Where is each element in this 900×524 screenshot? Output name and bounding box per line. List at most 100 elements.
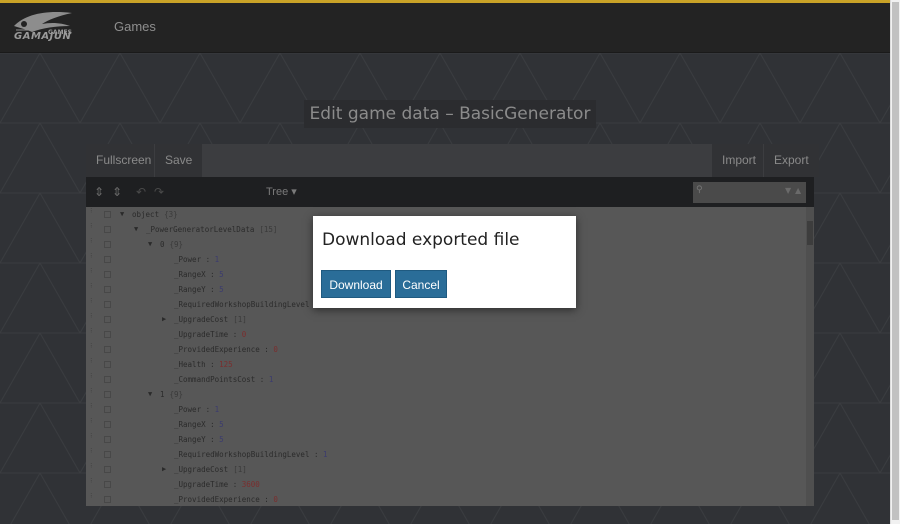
row-checkbox[interactable] <box>104 376 111 383</box>
drag-handle-icon[interactable]: ⠇ <box>90 224 96 234</box>
cancel-button[interactable]: Cancel <box>395 270 447 298</box>
drag-handle-icon[interactable]: ⠇ <box>90 254 96 264</box>
drag-handle-icon[interactable]: ⠇ <box>90 269 96 279</box>
row-checkbox[interactable] <box>104 436 111 443</box>
tree-key[interactable]: _ProvidedExperience : 0 <box>174 342 278 357</box>
editor-scrollbar-thumb[interactable] <box>807 221 813 245</box>
drag-handle-icon[interactable]: ⠇ <box>90 389 96 399</box>
drag-handle-icon[interactable]: ⠇ <box>90 419 96 429</box>
tree-value[interactable]: 1 <box>323 450 328 459</box>
drag-handle-icon[interactable]: ⠇ <box>90 449 96 459</box>
tree-key[interactable]: _RangeY : 5 <box>174 432 224 447</box>
fullscreen-button[interactable]: Fullscreen <box>86 144 162 177</box>
tree-row[interactable]: ⠇ ▶ _UpgradeCost [1] <box>86 312 804 327</box>
tree-key[interactable]: _CommandPointsCost : 1 <box>174 372 273 387</box>
tree-row[interactable]: ⠇ _RequiredWorkshopBuildingLevel : 1 <box>86 447 804 462</box>
tree-row[interactable]: ⠇ _Health : 125 <box>86 357 804 372</box>
row-checkbox[interactable] <box>104 406 111 413</box>
expand-all-icon[interactable]: ⇕ <box>94 185 104 199</box>
drag-handle-icon[interactable]: ⠇ <box>90 329 96 339</box>
download-button[interactable]: Download <box>321 270 391 298</box>
tree-key[interactable]: _UpgradeTime : 3600 <box>174 477 260 492</box>
tree-key[interactable]: _RangeX : 5 <box>174 267 224 282</box>
tree-row[interactable]: ⠇ _Power : 1 <box>86 402 804 417</box>
tree-value[interactable]: 0 <box>242 330 247 339</box>
tree-row[interactable]: ⠇ ▶ _UpgradeCost [1] <box>86 462 804 477</box>
tree-key[interactable]: 0 {9} <box>160 237 183 252</box>
import-button[interactable]: Import <box>712 144 767 177</box>
drag-handle-icon[interactable]: ⠇ <box>90 359 96 369</box>
tree-value[interactable]: 1 <box>215 255 220 264</box>
tree-key[interactable]: _UpgradeTime : 0 <box>174 327 246 342</box>
drag-handle-icon[interactable]: ⠇ <box>90 404 96 414</box>
export-button[interactable]: Export <box>763 144 819 177</box>
row-checkbox[interactable] <box>104 496 111 503</box>
page-scrollbar-thumb[interactable] <box>892 2 899 520</box>
tree-value[interactable]: 5 <box>219 285 224 294</box>
drag-handle-icon[interactable]: ⠇ <box>90 344 96 354</box>
row-checkbox[interactable] <box>104 481 111 488</box>
drag-handle-icon[interactable]: ⠇ <box>90 299 96 309</box>
mode-select[interactable]: Tree ▾ <box>266 185 297 198</box>
save-button[interactable]: Save <box>154 144 203 177</box>
row-checkbox[interactable] <box>104 241 111 248</box>
row-checkbox[interactable] <box>104 316 111 323</box>
row-checkbox[interactable] <box>104 466 111 473</box>
tree-value[interactable]: 5 <box>219 435 224 444</box>
tree-key[interactable]: object {3} <box>132 207 178 222</box>
collapse-all-icon[interactable]: ⇕ <box>112 185 122 199</box>
row-checkbox[interactable] <box>104 286 111 293</box>
collapse-toggle-icon[interactable]: ▼ <box>148 237 152 252</box>
tree-row[interactable]: ⠇ _RangeY : 5 <box>86 432 804 447</box>
collapse-toggle-icon[interactable]: ▼ <box>148 387 152 402</box>
search-prev-icon[interactable]: ▲ <box>795 186 801 195</box>
expand-toggle-icon[interactable]: ▶ <box>162 312 166 327</box>
tree-key[interactable]: _RequiredWorkshopBuildingLevel : 1 <box>174 447 328 462</box>
search-input[interactable] <box>707 185 781 201</box>
tree-value[interactable]: 1 <box>269 375 274 384</box>
row-checkbox[interactable] <box>104 256 111 263</box>
tree-key[interactable]: _Power : 1 <box>174 252 219 267</box>
search-next-icon[interactable]: ▼ <box>785 186 791 195</box>
tree-value[interactable]: 0 <box>273 345 278 354</box>
tree-key[interactable]: _RangeX : 5 <box>174 417 224 432</box>
tree-row[interactable]: ⠇ _RangeX : 5 <box>86 417 804 432</box>
row-checkbox[interactable] <box>104 271 111 278</box>
row-checkbox[interactable] <box>104 346 111 353</box>
redo-icon[interactable]: ↷ <box>154 185 164 199</box>
tree-row[interactable]: ⠇ _CommandPointsCost : 1 <box>86 372 804 387</box>
nav-link-games[interactable]: Games <box>114 19 156 34</box>
tree-value[interactable]: 5 <box>219 420 224 429</box>
tree-key[interactable]: _UpgradeCost [1] <box>174 462 247 477</box>
tree-key[interactable]: 1 {9} <box>160 387 183 402</box>
expand-toggle-icon[interactable]: ▶ <box>162 462 166 477</box>
tree-row[interactable]: ⠇ ▼ 1 {9} <box>86 387 804 402</box>
drag-handle-icon[interactable]: ⠇ <box>90 464 96 474</box>
tree-key[interactable]: _ProvidedExperience : 0 <box>174 492 278 506</box>
tree-value[interactable]: 0 <box>273 495 278 504</box>
row-checkbox[interactable] <box>104 361 111 368</box>
tree-value[interactable]: 3600 <box>242 480 260 489</box>
row-checkbox[interactable] <box>104 421 111 428</box>
row-checkbox[interactable] <box>104 226 111 233</box>
tree-row[interactable]: ⠇ _ProvidedExperience : 0 <box>86 492 804 506</box>
tree-row[interactable]: ⠇ _UpgradeTime : 3600 <box>86 477 804 492</box>
drag-handle-icon[interactable]: ⠇ <box>90 479 96 489</box>
row-checkbox[interactable] <box>104 391 111 398</box>
drag-handle-icon[interactable]: ⠇ <box>90 374 96 384</box>
tree-key[interactable]: _RequiredWorkshopBuildingLevel <box>174 297 309 312</box>
tree-key[interactable]: _Power : 1 <box>174 402 219 417</box>
editor-scrollbar[interactable] <box>806 207 814 506</box>
tree-value[interactable]: 1 <box>215 405 220 414</box>
tree-row[interactable]: ⠇ _ProvidedExperience : 0 <box>86 342 804 357</box>
drag-handle-icon[interactable]: ⠇ <box>90 494 96 504</box>
tree-value[interactable]: 5 <box>219 270 224 279</box>
row-checkbox[interactable] <box>104 331 111 338</box>
tree-key[interactable]: _UpgradeCost [1] <box>174 312 247 327</box>
drag-handle-icon[interactable]: ⠇ <box>90 434 96 444</box>
row-checkbox[interactable] <box>104 211 111 218</box>
undo-icon[interactable]: ↶ <box>136 185 146 199</box>
row-checkbox[interactable] <box>104 451 111 458</box>
drag-handle-icon[interactable]: ⠇ <box>90 209 96 219</box>
page-scrollbar[interactable] <box>890 0 900 524</box>
